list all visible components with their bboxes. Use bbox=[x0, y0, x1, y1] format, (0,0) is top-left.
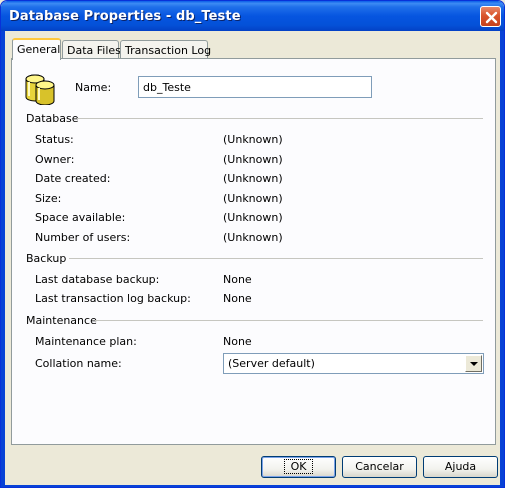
number-of-users-value: (Unknown) bbox=[223, 231, 283, 244]
space-available-value: (Unknown) bbox=[223, 211, 283, 224]
database-group-divider bbox=[77, 118, 483, 119]
cancel-button[interactable]: Cancelar bbox=[342, 456, 417, 478]
date-created-value: (Unknown) bbox=[223, 172, 283, 185]
tab-data-files[interactable]: Data Files bbox=[62, 40, 121, 59]
title-bar[interactable]: Database Properties - db_Teste bbox=[1, 1, 504, 31]
close-icon bbox=[485, 11, 498, 24]
space-available-label: Space available: bbox=[35, 211, 126, 224]
name-input[interactable] bbox=[138, 76, 372, 98]
database-properties-dialog: Database Properties - db_Teste General D… bbox=[0, 0, 505, 488]
maintenance-group-label: Maintenance bbox=[26, 314, 97, 327]
window-frame-right bbox=[500, 31, 504, 487]
maintenance-plan-value: None bbox=[223, 335, 252, 348]
tab-transaction-log[interactable]: Transaction Log bbox=[120, 40, 212, 59]
status-label: Status: bbox=[35, 133, 74, 146]
chevron-down-icon bbox=[470, 362, 478, 366]
close-button[interactable] bbox=[480, 6, 501, 27]
maintenance-group-divider bbox=[95, 320, 483, 321]
collation-dropdown-button[interactable] bbox=[465, 355, 482, 372]
general-tab-panel bbox=[11, 58, 496, 445]
owner-label: Owner: bbox=[35, 153, 75, 166]
size-label: Size: bbox=[35, 192, 62, 205]
size-value: (Unknown) bbox=[223, 192, 283, 205]
maintenance-plan-label: Maintenance plan: bbox=[35, 335, 137, 348]
help-button-label: Ajuda bbox=[444, 460, 477, 473]
backup-group-label: Backup bbox=[26, 252, 67, 265]
backup-group-divider bbox=[69, 258, 483, 259]
collation-name-value: (Server default) bbox=[228, 357, 315, 370]
number-of-users-label: Number of users: bbox=[35, 231, 131, 244]
collation-name-label: Collation name: bbox=[35, 357, 122, 370]
last-transaction-log-backup-label: Last transaction log backup: bbox=[35, 292, 191, 305]
status-value: (Unknown) bbox=[223, 133, 283, 146]
ok-button[interactable]: OK bbox=[261, 456, 336, 478]
last-database-backup-value: None bbox=[223, 273, 252, 286]
date-created-label: Date created: bbox=[35, 172, 111, 185]
tab-data-files-label: Data Files bbox=[67, 44, 121, 57]
database-icon bbox=[25, 74, 55, 105]
tab-general-label: General bbox=[17, 43, 61, 56]
tab-general[interactable]: General bbox=[12, 38, 61, 60]
last-database-backup-label: Last database backup: bbox=[35, 273, 160, 286]
collation-name-select[interactable]: (Server default) bbox=[223, 353, 484, 374]
window-title: Database Properties - db_Teste bbox=[9, 9, 241, 24]
database-group-label: Database bbox=[26, 112, 79, 125]
owner-value: (Unknown) bbox=[223, 153, 283, 166]
tab-transaction-log-label: Transaction Log bbox=[125, 44, 212, 57]
name-label: Name: bbox=[75, 81, 112, 94]
window-frame-left bbox=[1, 31, 5, 487]
ok-button-label: OK bbox=[283, 459, 314, 474]
last-transaction-log-backup-value: None bbox=[223, 292, 252, 305]
cancel-button-label: Cancelar bbox=[355, 460, 404, 473]
help-button[interactable]: Ajuda bbox=[423, 456, 498, 478]
